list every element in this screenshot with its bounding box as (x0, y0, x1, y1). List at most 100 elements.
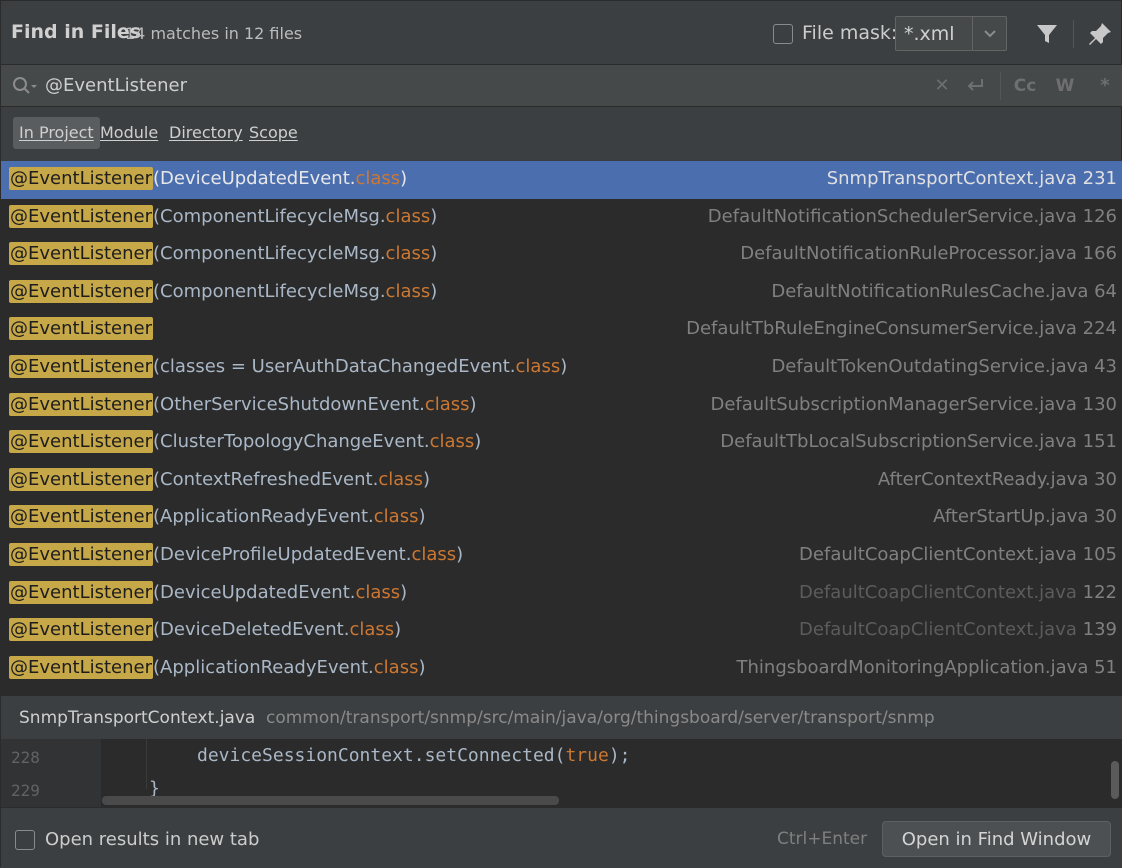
result-row[interactable]: @EventListener(DeviceUpdatedEvent.class)… (1, 575, 1122, 613)
file-mask-checkbox[interactable] (773, 24, 793, 44)
result-file: DefaultTbLocalSubscriptionService.java 1… (720, 431, 1117, 453)
code-text: ) (400, 168, 408, 189)
code-text: ) (430, 243, 438, 265)
file-mask-value[interactable]: *.xml (904, 23, 955, 45)
match-highlight: @EventListener (9, 204, 153, 228)
code-keyword: class (349, 619, 395, 641)
result-code: @EventListener(OtherServiceShutdownEvent… (9, 392, 477, 416)
code-preview[interactable]: 228 229 deviceSessionContext.setConnecte… (1, 739, 1122, 807)
code-keyword: class (378, 468, 423, 490)
chevron-down-icon[interactable] (978, 22, 1002, 44)
result-code: @EventListener (9, 317, 153, 341)
tab-in-project[interactable]: In Project (13, 117, 100, 149)
line-number: 228 (11, 748, 40, 767)
result-code: @EventListener(ComponentLifecycleMsg.cla… (9, 242, 438, 266)
result-code: @EventListener(DeviceUpdatedEvent.class) (9, 580, 407, 604)
code-text: (ComponentLifecycleMsg. (153, 280, 386, 302)
search-icon[interactable] (11, 75, 39, 97)
result-code: @EventListener(DeviceProfileUpdatedEvent… (9, 543, 463, 566)
result-file: ThingsboardMonitoringApplication.java 51 (736, 656, 1118, 678)
code-text: ) (430, 280, 438, 302)
result-row[interactable]: @EventListener(DeviceProfileUpdatedEvent… (1, 537, 1122, 575)
code-text: (classes = UserAuthDataChangedEvent. (153, 356, 516, 377)
result-file: DefaultCoapClientContext.java 139 (799, 619, 1117, 640)
code-text: ) (469, 393, 477, 415)
whole-words-toggle[interactable]: W (1053, 75, 1077, 97)
result-row[interactable]: @EventListener(DeviceDeletedEvent.class)… (1, 612, 1122, 650)
code-text: (ApplicationReadyEvent. (153, 656, 374, 678)
code-text: (ComponentLifecycleMsg. (153, 205, 386, 227)
code-text: ) (394, 619, 402, 641)
code-keyword: class (355, 581, 401, 603)
filter-icon[interactable] (1033, 20, 1061, 48)
result-file: DefaultNotificationSchedulerService.java… (707, 205, 1117, 227)
tab-directory[interactable]: Directory (163, 117, 249, 149)
result-file: DefaultNotificationRuleProcessor.java 16… (740, 243, 1117, 265)
new-line-icon[interactable] (963, 75, 987, 97)
result-file-name: DefaultCoapClientContext.java (799, 619, 1077, 641)
match-highlight: @EventListener (9, 467, 153, 491)
tab-scope[interactable]: Scope (243, 117, 304, 149)
code-text: (DeviceDeletedEvent. (153, 619, 350, 641)
code-text: ) (430, 205, 438, 227)
match-highlight: @EventListener (9, 279, 153, 303)
result-row[interactable]: @EventListener DefaultTbRuleEngineConsume… (1, 311, 1122, 349)
open-in-new-tab-label: Open results in new tab (45, 829, 260, 850)
result-row[interactable]: @EventListener(classes = UserAuthDataCha… (1, 349, 1122, 387)
result-code: @EventListener(DeviceUpdatedEvent.class) (9, 167, 408, 190)
result-row[interactable]: @EventListener(OtherServiceShutdownEvent… (1, 387, 1122, 425)
match-highlight: @EventListener (9, 317, 153, 341)
result-row[interactable]: @EventListener(ContextRefreshedEvent.cla… (1, 462, 1122, 500)
preview-file-name: SnmpTransportContext.java (19, 708, 256, 728)
code-text: ) (474, 431, 482, 453)
match-highlight: @EventListener (9, 430, 153, 454)
result-row[interactable]: @EventListener(ComponentLifecycleMsg.cla… (1, 236, 1122, 274)
dialog-footer: Open results in new tab Ctrl+Enter Open … (1, 807, 1122, 868)
result-row[interactable]: @EventListener(ComponentLifecycleMsg.cla… (1, 199, 1122, 237)
match-highlight: @EventListener (9, 242, 153, 266)
match-highlight: @EventListener (9, 580, 153, 604)
code-keyword: class (385, 280, 431, 302)
result-row[interactable]: @EventListener(ApplicationReadyEvent.cla… (1, 650, 1122, 688)
horizontal-scrollbar[interactable] (102, 796, 559, 805)
search-input[interactable] (45, 72, 895, 98)
code-keyword: class (385, 205, 431, 227)
result-code: @EventListener(DeviceDeletedEvent.class) (9, 618, 402, 642)
pin-icon[interactable] (1086, 20, 1114, 48)
result-row[interactable]: @EventListener(ComponentLifecycleMsg.cla… (1, 274, 1122, 312)
find-in-files-dialog: Find in Files 14 matches in 12 files Fil… (0, 0, 1122, 868)
code-text: ) (418, 656, 426, 678)
combo-divider (972, 17, 973, 50)
file-mask-label: File mask: (802, 22, 898, 44)
result-row[interactable]: @EventListener(ClusterTopologyChangeEven… (1, 424, 1122, 462)
vertical-scrollbar[interactable] (1111, 761, 1119, 799)
code-text: ); (608, 745, 631, 766)
results-list: @EventListener(DeviceUpdatedEvent.class)… (1, 161, 1122, 695)
tab-module[interactable]: Module (94, 117, 164, 149)
code-keyword: class (424, 393, 470, 415)
clear-icon[interactable]: ✕ (930, 75, 954, 97)
result-row[interactable]: @EventListener(ApplicationReadyEvent.cla… (1, 499, 1122, 537)
result-row[interactable]: @EventListener(DeviceUpdatedEvent.class)… (1, 161, 1122, 199)
code-text: ) (423, 468, 431, 490)
open-in-new-tab-checkbox[interactable] (15, 830, 35, 850)
code-text: (ComponentLifecycleMsg. (153, 243, 386, 265)
preview-file-path: common/transport/snmp/src/main/java/org/… (266, 708, 935, 728)
match-highlight: @EventListener (9, 655, 153, 679)
indent-guide (146, 739, 147, 789)
match-case-toggle[interactable]: Cc (1013, 75, 1037, 97)
search-bar: ✕ Cc W * (1, 65, 1122, 107)
result-code: @EventListener(ClusterTopologyChangeEven… (9, 430, 482, 454)
regex-toggle[interactable]: * (1093, 75, 1117, 97)
result-file: AfterStartUp.java 30 (933, 506, 1117, 528)
code-text: (DeviceProfileUpdatedEvent. (153, 544, 412, 565)
match-highlight: @EventListener (9, 543, 153, 566)
result-file: AfterContextReady.java 30 (877, 468, 1117, 490)
result-file: DefaultCoapClientContext.java 122 (799, 582, 1117, 603)
preview-header: SnmpTransportContext.java common/transpo… (1, 695, 1122, 739)
file-mask-combo[interactable]: *.xml (895, 16, 1007, 51)
code-text: (OtherServiceShutdownEvent. (153, 393, 425, 415)
open-in-find-window-button[interactable]: Open in Find Window (882, 821, 1111, 857)
match-highlight: @EventListener (9, 392, 153, 416)
code-text: ) (560, 356, 568, 377)
